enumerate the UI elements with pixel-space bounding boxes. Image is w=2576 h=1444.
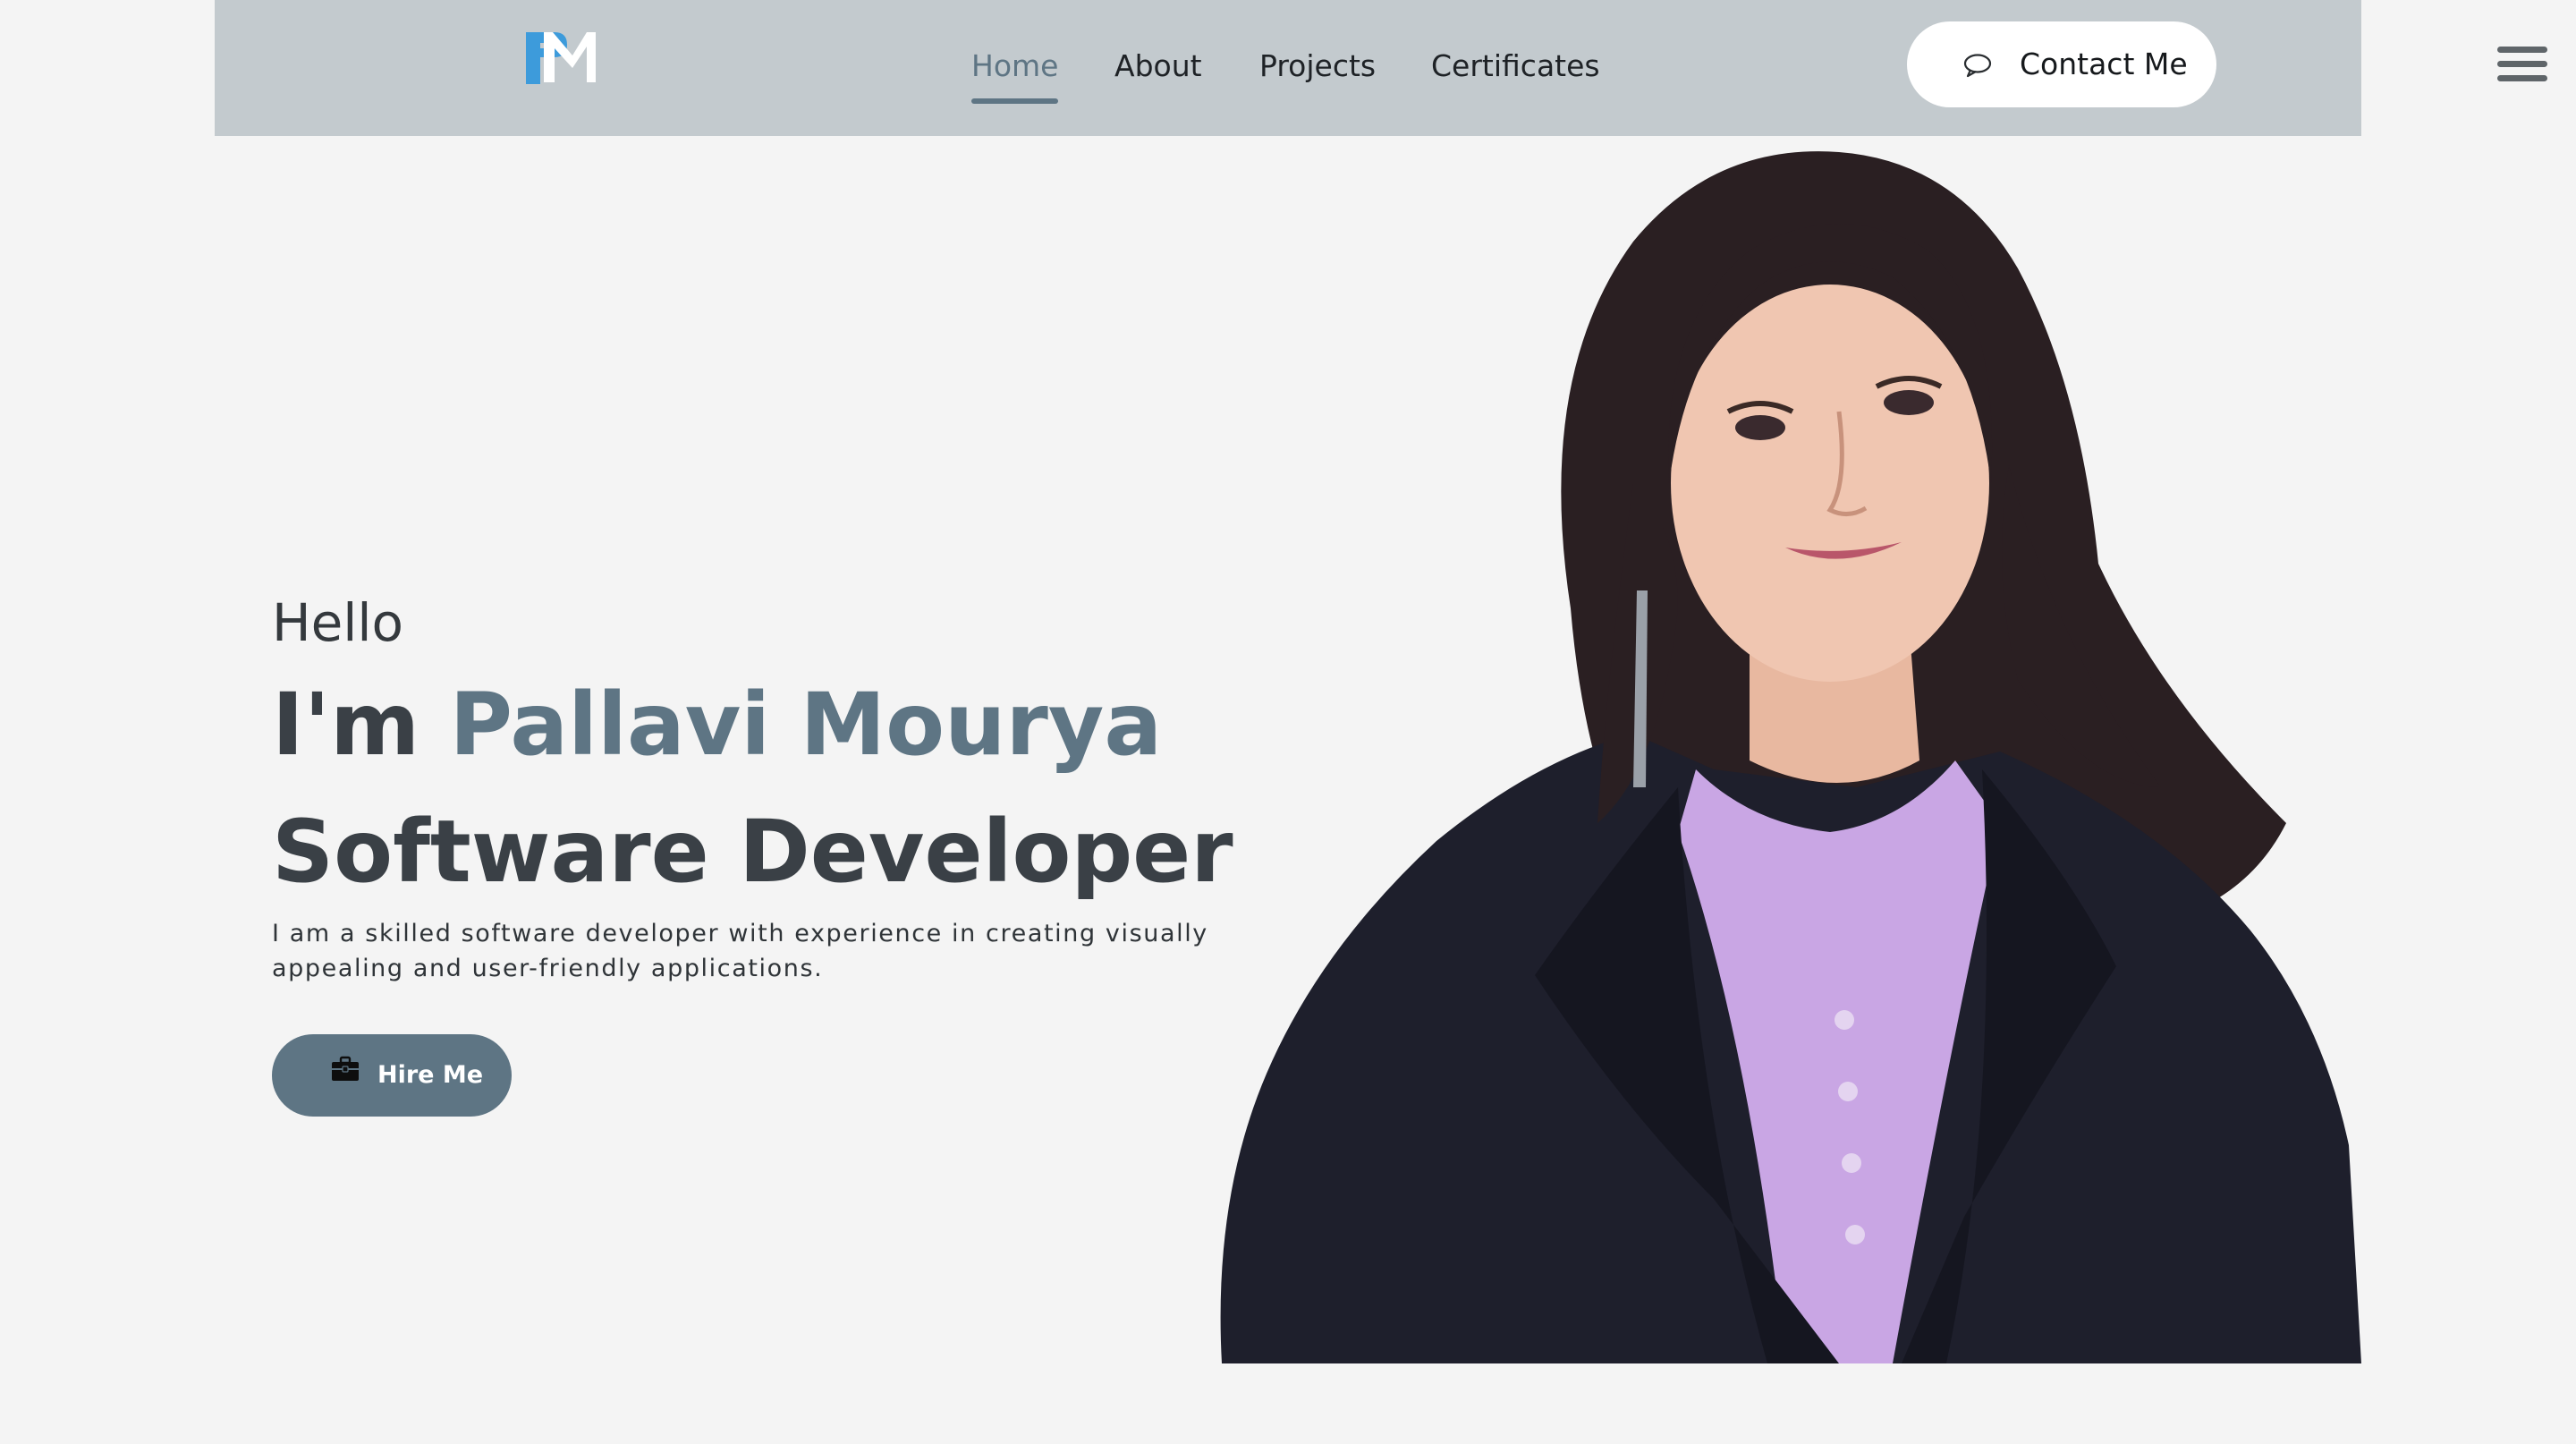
hero-intro: I'm Pallavi Mourya: [272, 673, 1162, 777]
hamburger-line: [2497, 61, 2547, 67]
navbar: Home About Projects Certificates Contact…: [215, 0, 2547, 136]
hamburger-line: [2497, 75, 2547, 81]
hero-role: Software Developer: [272, 802, 1233, 902]
nav-home[interactable]: Home: [971, 47, 1059, 104]
hamburger-line: [2497, 47, 2547, 53]
contact-me-label: Contact Me: [2020, 47, 2188, 81]
hero-name: Pallavi Mourya: [449, 675, 1163, 775]
nav-certificates[interactable]: Certificates: [1431, 47, 1600, 86]
nav-projects[interactable]: Projects: [1259, 47, 1376, 86]
hire-me-button[interactable]: Hire Me: [272, 1034, 512, 1117]
briefcase-icon: [332, 1056, 359, 1081]
hero-description: I am a skilled software developer with e…: [272, 920, 1208, 982]
page: Home About Projects Certificates Contact…: [0, 0, 2576, 1444]
nav-about[interactable]: About: [1114, 47, 1202, 86]
logo-icon[interactable]: [524, 29, 597, 88]
hire-me-label: Hire Me: [377, 1061, 484, 1089]
hamburger-menu-icon[interactable]: [2497, 45, 2547, 84]
chat-bubble-icon: [1963, 54, 1992, 78]
hero-greeting: Hello: [272, 592, 404, 653]
contact-me-button[interactable]: Contact Me: [1907, 21, 2216, 107]
portrait-image: [1220, 151, 2361, 1363]
intro-prefix: I'm: [272, 675, 450, 775]
